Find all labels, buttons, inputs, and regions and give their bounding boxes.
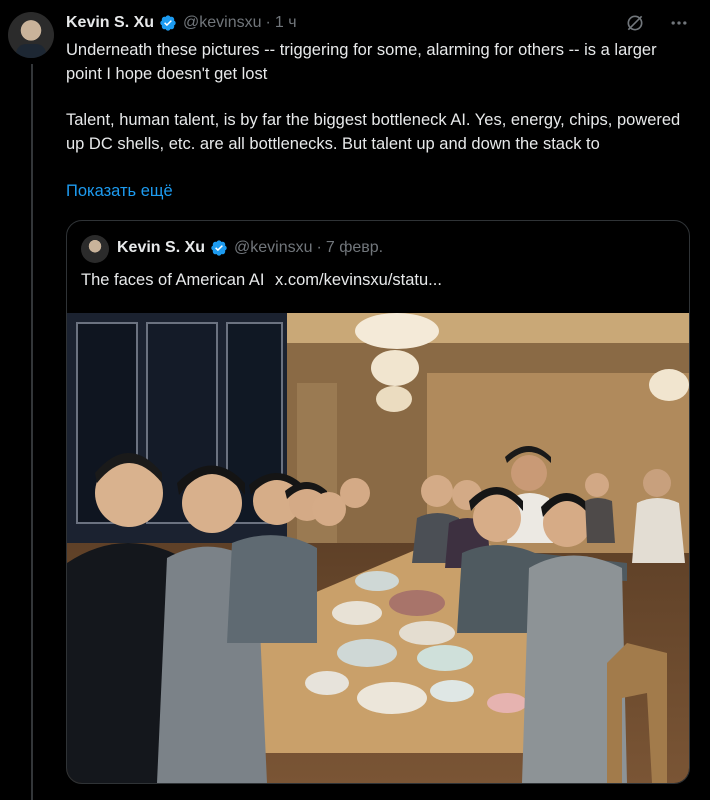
author-handle[interactable]: @kevinsxu [183, 14, 262, 32]
verified-badge-icon [160, 15, 176, 31]
author-name[interactable]: Kevin S. Xu [66, 14, 154, 32]
quote-body: The faces of American AI [81, 271, 265, 289]
quote-author-name[interactable]: Kevin S. Xu [117, 239, 205, 257]
tweet-text: Underneath these pictures -- triggering … [66, 38, 686, 156]
photo-illustration [67, 313, 689, 783]
quote-author-handle[interactable]: @kevinsxu [234, 239, 313, 257]
thread-line [31, 64, 33, 800]
quote-avatar[interactable] [81, 235, 109, 263]
more-icon[interactable] [668, 12, 690, 34]
quote-link[interactable]: x.com/kevinsxu/statu... [275, 271, 442, 289]
separator-dot: · [316, 239, 322, 256]
grok-icon[interactable] [624, 12, 646, 34]
quote-photo[interactable] [67, 313, 689, 783]
verified-badge-icon [211, 240, 227, 256]
tweet-paragraph-2: Talent, human talent, is by far the bigg… [66, 111, 681, 153]
tweet-header: Kevin S. Xu @kevinsxu · 1 ч [66, 12, 690, 34]
tweet-paragraph-1: Underneath these pictures -- triggering … [66, 41, 657, 83]
show-more-link[interactable]: Показать ещё [66, 182, 173, 201]
quoted-tweet[interactable]: Kevin S. Xu @kevinsxu · 7 февр. The face… [66, 220, 690, 784]
quote-header: Kevin S. Xu @kevinsxu · 7 февр. [117, 239, 383, 257]
separator-dot: · [265, 14, 271, 31]
avatar[interactable] [8, 12, 54, 58]
tweet-time[interactable]: 1 ч [275, 14, 297, 32]
quote-time[interactable]: 7 февр. [326, 239, 383, 257]
quote-text: The faces of American AI x.com/kevinsxu/… [81, 271, 442, 290]
